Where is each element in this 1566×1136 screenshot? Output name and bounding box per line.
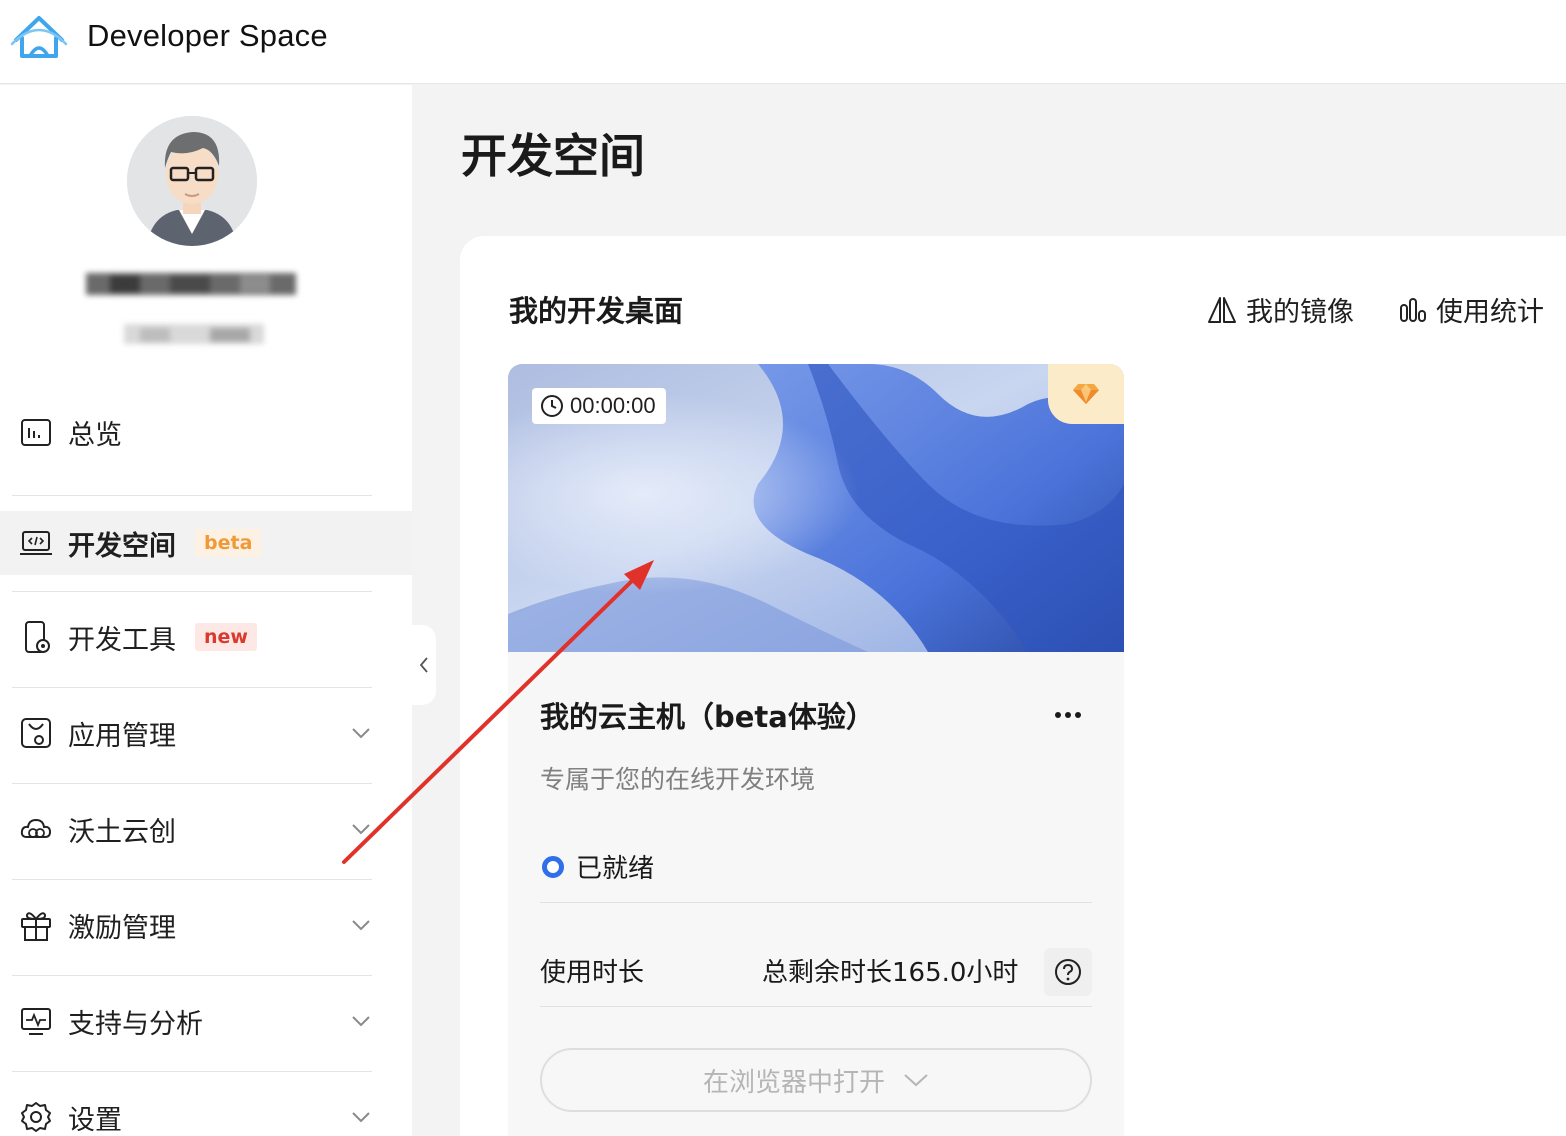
chevron-left-icon — [419, 657, 428, 673]
beta-badge: beta — [195, 529, 262, 557]
chevron-down-icon[interactable] — [348, 816, 374, 842]
gear-icon — [18, 1099, 54, 1135]
sidebar-item-dev-tools[interactable]: 开发工具 new — [0, 605, 412, 669]
sidebar-item-settings[interactable]: 设置 — [0, 1085, 412, 1136]
sidebar-item-label: 激励管理 — [68, 912, 176, 944]
user-id-redacted — [120, 320, 320, 350]
session-timer: 00:00:00 — [532, 388, 666, 424]
cloud-icon — [18, 811, 54, 847]
page-title: 开发空间 — [461, 129, 645, 183]
chevron-down-icon[interactable] — [348, 1104, 374, 1130]
avatar[interactable] — [127, 116, 257, 246]
section-title: 我的开发桌面 — [509, 294, 684, 328]
developer-space-logo[interactable] — [10, 10, 68, 64]
sidebar-collapse-button[interactable] — [412, 625, 436, 705]
sidebar-item-label: 应用管理 — [68, 720, 176, 752]
divider — [12, 687, 372, 688]
divider — [540, 1006, 1092, 1007]
gift-icon — [18, 907, 54, 943]
my-images-link[interactable]: 我的镜像 — [1206, 290, 1354, 329]
code-laptop-icon — [18, 525, 54, 561]
my-images-label: 我的镜像 — [1246, 297, 1354, 328]
cloud-desktop-card: 00:00:00 我的云主机（beta体验） 专属于您的在线开发环境 已就绪 使… — [508, 364, 1124, 1136]
open-in-browser-label: 在浏览器中打开 — [702, 1067, 885, 1098]
sidebar: 总览 开发空间 beta 开发工具 new 应用管理 沃土云创 激励管理 支持与… — [0, 85, 412, 1136]
app-bag-icon — [18, 715, 54, 751]
device-gear-icon — [18, 619, 54, 655]
status-dot-icon — [542, 855, 564, 878]
chevron-down-icon[interactable] — [348, 1008, 374, 1034]
status-text: 已就绪 — [576, 854, 655, 884]
divider — [12, 783, 372, 784]
usage-stats-link[interactable]: 使用统计 — [1398, 290, 1544, 329]
brand-name[interactable]: Developer Space — [87, 18, 328, 54]
sidebar-item-label: 设置 — [68, 1104, 122, 1136]
bar-stats-icon — [1400, 297, 1426, 322]
help-button[interactable] — [1044, 948, 1092, 996]
divider — [12, 591, 372, 592]
sidebar-item-overview[interactable]: 总览 — [0, 400, 412, 464]
sidebar-item-dev-space[interactable]: 开发空间 beta — [0, 511, 412, 575]
more-options-button[interactable] — [1048, 700, 1088, 730]
premium-badge — [1048, 364, 1124, 424]
sidebar-item-label: 支持与分析 — [68, 1008, 203, 1040]
clock-icon — [541, 395, 563, 417]
sidebar-item-support-analysis[interactable]: 支持与分析 — [0, 989, 412, 1053]
chevron-down-icon — [904, 1074, 928, 1087]
sidebar-item-label: 总览 — [68, 419, 122, 451]
chevron-down-icon[interactable] — [348, 912, 374, 938]
sidebar-item-cloud-innovation[interactable]: 沃土云创 — [0, 797, 412, 861]
divider — [540, 902, 1092, 903]
user-avatar-icon — [127, 116, 257, 246]
usage-stats-label: 使用统计 — [1436, 297, 1544, 328]
divider — [12, 879, 372, 880]
divider — [12, 495, 372, 496]
status-indicator: 已就绪 — [542, 848, 654, 885]
sidebar-item-app-management[interactable]: 应用管理 — [0, 701, 412, 765]
diamond-icon — [1073, 384, 1099, 404]
new-badge: new — [195, 623, 257, 651]
remaining-time-value: 总剩余时长165.0小时 — [762, 958, 1019, 988]
cloud-host-description: 专属于您的在线开发环境 — [540, 765, 816, 794]
top-bar: Developer Space — [0, 0, 1566, 84]
monitor-pulse-icon — [18, 1003, 54, 1039]
question-icon — [1055, 959, 1081, 985]
cloud-host-title: 我的云主机（beta体验） — [540, 700, 875, 734]
sidebar-item-label: 开发空间 — [68, 530, 176, 562]
sidebar-item-label: 沃土云创 — [68, 816, 176, 848]
sidebar-item-label: 开发工具 — [68, 624, 176, 656]
timer-value: 00:00:00 — [570, 393, 656, 418]
usage-duration-label: 使用时长 — [540, 958, 645, 988]
divider — [12, 1071, 372, 1072]
divider — [12, 975, 372, 976]
open-in-browser-button[interactable]: 在浏览器中打开 — [540, 1048, 1092, 1112]
chart-icon — [18, 414, 54, 450]
chevron-down-icon[interactable] — [348, 720, 374, 746]
mirror-icon — [1208, 296, 1236, 323]
sidebar-item-incentive-management[interactable]: 激励管理 — [0, 893, 412, 957]
username-redacted — [20, 265, 360, 305]
